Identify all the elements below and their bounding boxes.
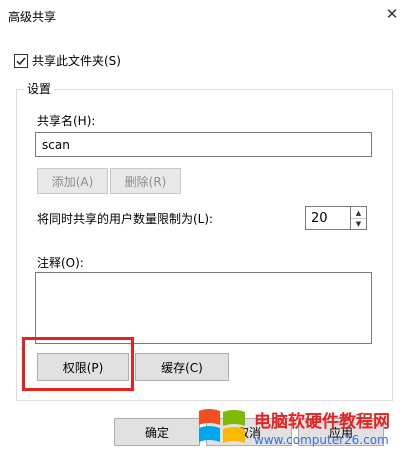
window-title: 高级共享 bbox=[8, 10, 57, 24]
user-limit-value: 20 bbox=[311, 211, 328, 226]
settings-group-title: 设置 bbox=[24, 80, 55, 97]
watermark-title: 电脑软硬件教程网 bbox=[254, 412, 390, 432]
share-folder-checkbox[interactable] bbox=[14, 53, 28, 68]
share-name-input[interactable]: scan bbox=[35, 132, 372, 157]
windows-logo-icon bbox=[199, 409, 245, 443]
share-name-value: scan bbox=[42, 138, 70, 152]
site-watermark: 电脑软硬件教程网 www.computer26.com bbox=[197, 402, 405, 460]
share-folder-checkbox-row[interactable]: 共享此文件夹(S) bbox=[14, 52, 121, 69]
caching-button[interactable]: 缓存(C) bbox=[135, 353, 229, 381]
remove-button[interactable]: 删除(R) bbox=[110, 168, 181, 194]
permissions-highlight-box bbox=[22, 337, 134, 391]
user-limit-label: 将同时共享的用户数量限制为(L): bbox=[37, 212, 214, 226]
spin-down-icon[interactable]: ▼ bbox=[351, 218, 366, 229]
add-button[interactable]: 添加(A) bbox=[37, 168, 108, 194]
user-limit-input[interactable]: 20 bbox=[305, 206, 351, 230]
comment-textarea[interactable] bbox=[35, 272, 372, 344]
user-limit-spinner[interactable]: ▲ ▼ bbox=[351, 206, 367, 230]
share-folder-label: 共享此文件夹(S) bbox=[32, 54, 121, 68]
close-icon[interactable]: ✕ bbox=[380, 3, 404, 25]
share-name-label: 共享名(H): bbox=[37, 114, 96, 128]
title-bar: 高级共享 ✕ bbox=[0, 0, 405, 30]
ok-button[interactable]: 确定 bbox=[114, 418, 200, 446]
comment-label: 注释(O): bbox=[37, 256, 84, 270]
watermark-url: www.computer26.com bbox=[254, 433, 389, 447]
checkmark-icon bbox=[16, 57, 26, 65]
